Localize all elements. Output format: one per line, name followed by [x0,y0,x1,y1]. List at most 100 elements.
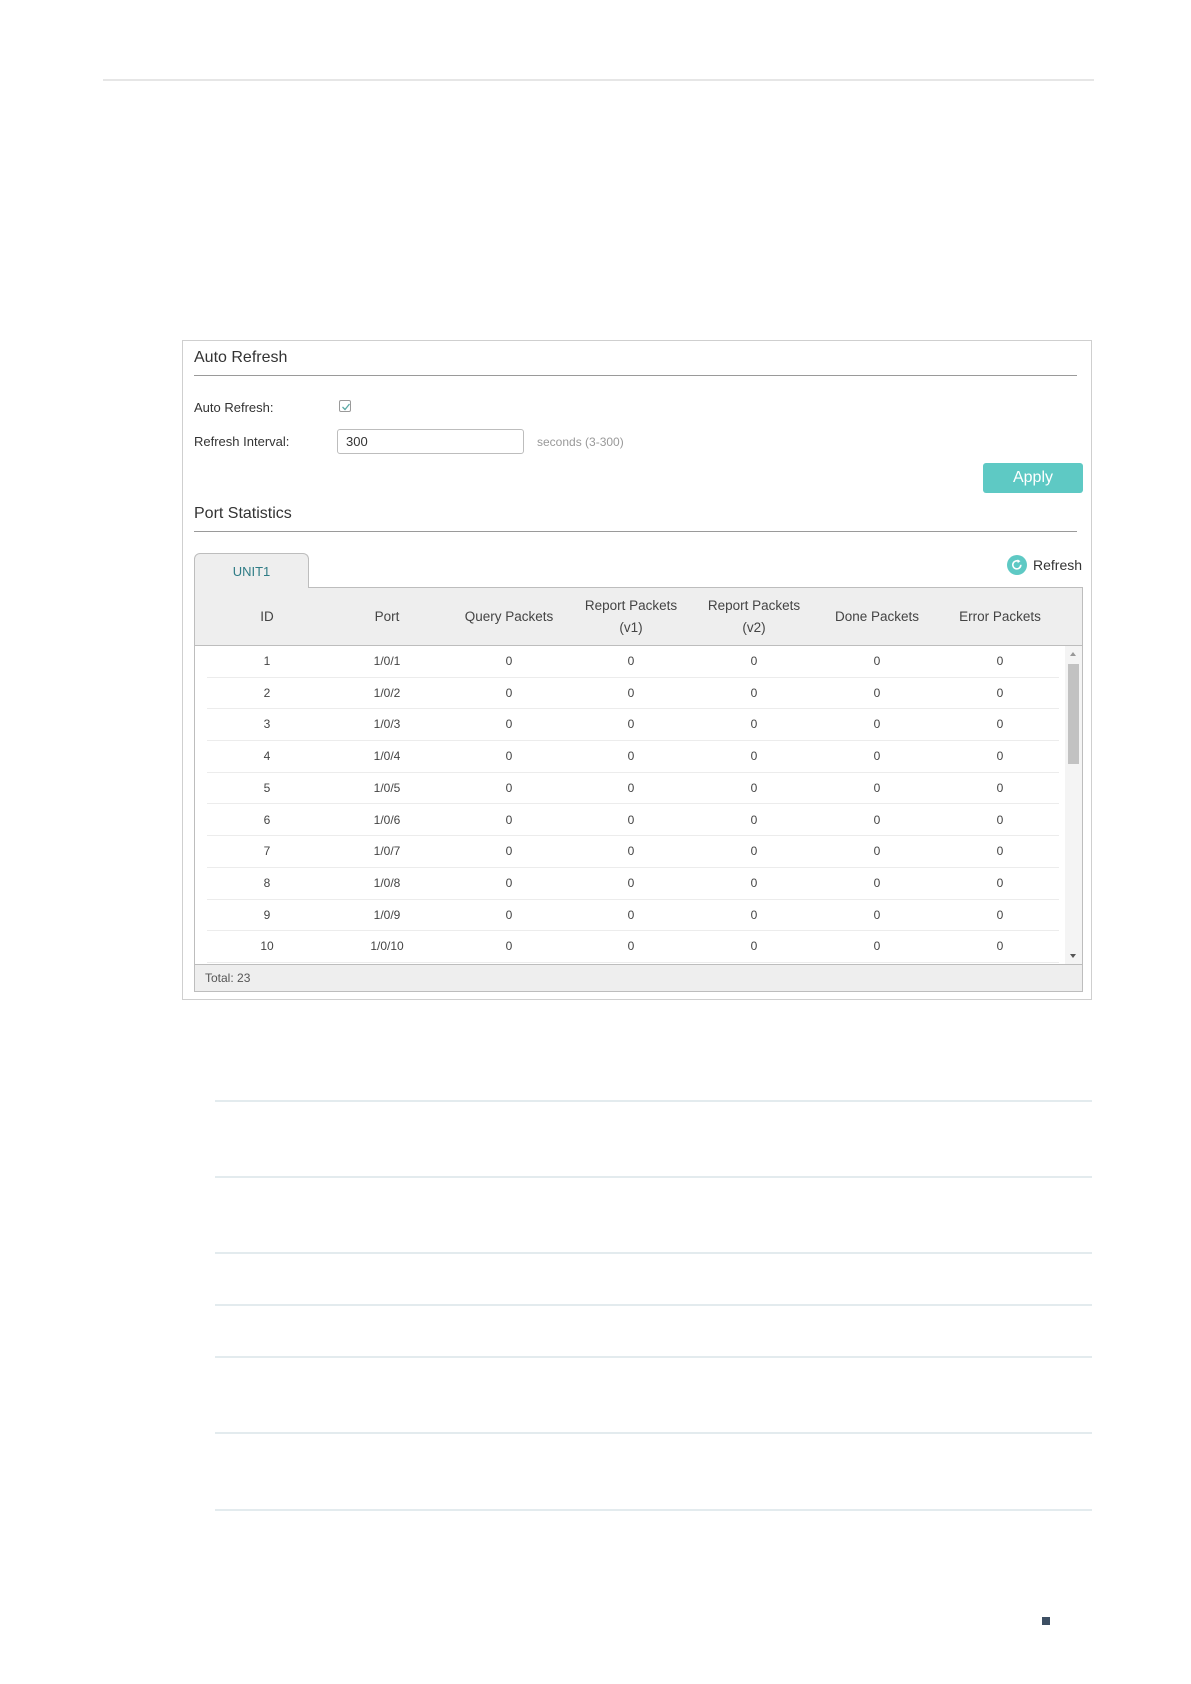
refresh-interval-label: Refresh Interval: [194,434,290,449]
cell-report-v1: 0 [627,875,635,890]
cell-query-packets: 0 [505,685,513,700]
auto-refresh-checkbox[interactable] [339,400,351,412]
column-header-port: Port [374,609,400,624]
document-rule [215,1304,1092,1306]
cell-query-packets: 0 [505,875,513,890]
page-header-rule [103,79,1094,81]
cell-error-packets: 0 [996,875,1004,890]
document-rule [215,1176,1092,1178]
column-header-query-packets: Query Packets [464,609,554,624]
cell-report-v1: 0 [627,780,635,795]
cell-id: 10 [260,939,274,954]
cell-report-v1: 0 [627,907,635,922]
cell-report-v1: 0 [627,812,635,827]
cell-done-packets: 0 [873,875,881,890]
table-scrollbar[interactable] [1065,646,1082,964]
refresh-interval-input[interactable] [337,429,524,454]
cell-report-v2: 0 [750,654,758,668]
cell-port: 1/0/2 [373,685,401,700]
scroll-down-icon[interactable] [1070,954,1076,958]
page-marker [1042,1617,1050,1625]
document-rule [215,1356,1092,1358]
cell-port: 1/0/7 [373,844,401,859]
cell-done-packets: 0 [873,844,881,859]
cell-query-packets: 0 [505,749,513,764]
cell-id: 6 [263,812,271,827]
cell-id: 3 [263,717,271,732]
cell-error-packets: 0 [996,939,1004,954]
cell-report-v2: 0 [750,939,758,954]
column-header-error-packets: Error Packets [959,609,1041,624]
cell-port: 1/0/8 [373,875,401,890]
auto-refresh-section-title: Auto Refresh [194,349,1077,376]
cell-done-packets: 0 [873,939,881,954]
cell-report-v2: 0 [750,717,758,732]
cell-report-v2: 0 [750,780,758,795]
table-row: 4 1/0/4 0 0 0 0 0 [207,741,1059,773]
table-row: 2 1/0/2 0 0 0 0 0 [207,678,1059,710]
document-rule [215,1432,1092,1434]
tab-unit1[interactable]: UNIT1 [194,553,309,588]
document-rule [215,1252,1092,1254]
apply-button[interactable]: Apply [983,463,1083,493]
refresh-label: Refresh [1033,557,1083,573]
cell-port: 1/0/3 [373,717,401,732]
settings-panel: Auto Refresh Auto Refresh: Refresh Inter… [182,340,1092,1000]
cell-error-packets: 0 [996,717,1004,732]
cell-report-v2: 0 [750,907,758,922]
cell-query-packets: 0 [505,780,513,795]
cell-error-packets: 0 [996,907,1004,922]
scrollbar-thumb[interactable] [1068,664,1079,764]
document-rule [215,1100,1092,1102]
cell-query-packets: 0 [505,717,513,732]
table-row: 6 1/0/6 0 0 0 0 0 [207,805,1059,837]
cell-id: 7 [263,844,271,859]
cell-done-packets: 0 [873,685,881,700]
cell-port: 1/0/1 [373,654,401,668]
cell-report-v1: 0 [627,685,635,700]
cell-port: 1/0/5 [373,780,401,795]
cell-query-packets: 0 [505,654,513,668]
table-row: 3 1/0/3 0 0 0 0 0 [207,709,1059,742]
table-row: 7 1/0/7 0 0 0 0 0 [207,836,1059,868]
cell-error-packets: 0 [996,844,1004,859]
cell-id: 8 [263,875,271,890]
cell-port: 1/0/9 [373,907,401,922]
check-icon [342,403,351,411]
column-header-report-packets-v2: Report Packets (v2) [707,598,801,635]
table-row: 10 1/0/10 0 0 0 0 0 [207,931,1059,963]
cell-report-v1: 0 [627,749,635,764]
cell-id: 1 [263,654,271,668]
cell-id: 9 [263,907,271,922]
cell-report-v1: 0 [627,844,635,859]
cell-id: 5 [263,780,271,795]
auto-refresh-label: Auto Refresh: [194,400,274,415]
cell-error-packets: 0 [996,749,1004,764]
table-row: 1 1/0/1 0 0 0 0 0 [207,646,1059,678]
table-row: 8 1/0/8 0 0 0 0 0 [207,868,1059,900]
cell-id: 4 [263,749,271,764]
cell-report-v2: 0 [750,749,758,764]
document-rule [215,1509,1092,1511]
cell-query-packets: 0 [505,812,513,827]
cell-done-packets: 0 [873,907,881,922]
cell-error-packets: 0 [996,780,1004,795]
refresh-icon [1007,555,1027,575]
cell-error-packets: 0 [996,685,1004,700]
cell-id: 2 [263,685,271,700]
cell-done-packets: 0 [873,780,881,795]
scroll-up-icon[interactable] [1070,652,1076,656]
cell-report-v2: 0 [750,685,758,700]
cell-port: 1/0/10 [370,939,404,954]
cell-query-packets: 0 [505,939,513,954]
table-row: 9 1/0/9 0 0 0 0 0 [207,900,1059,932]
refresh-button[interactable]: Refresh [1007,554,1082,576]
table-header: ID Port Query Packets Report Packets (v1… [195,588,1082,646]
table-body: 1 1/0/1 0 0 0 0 0 2 1/0/2 0 0 0 0 0 3 1/0/3 0 0 0 0 0 4 1/0/4 0… [195,646,1065,964]
column-header-done-packets: Done Packets [834,609,920,624]
cell-report-v2: 0 [750,875,758,890]
cell-report-v2: 0 [750,844,758,859]
cell-report-v1: 0 [627,717,635,732]
cell-done-packets: 0 [873,812,881,827]
cell-error-packets: 0 [996,654,1004,668]
